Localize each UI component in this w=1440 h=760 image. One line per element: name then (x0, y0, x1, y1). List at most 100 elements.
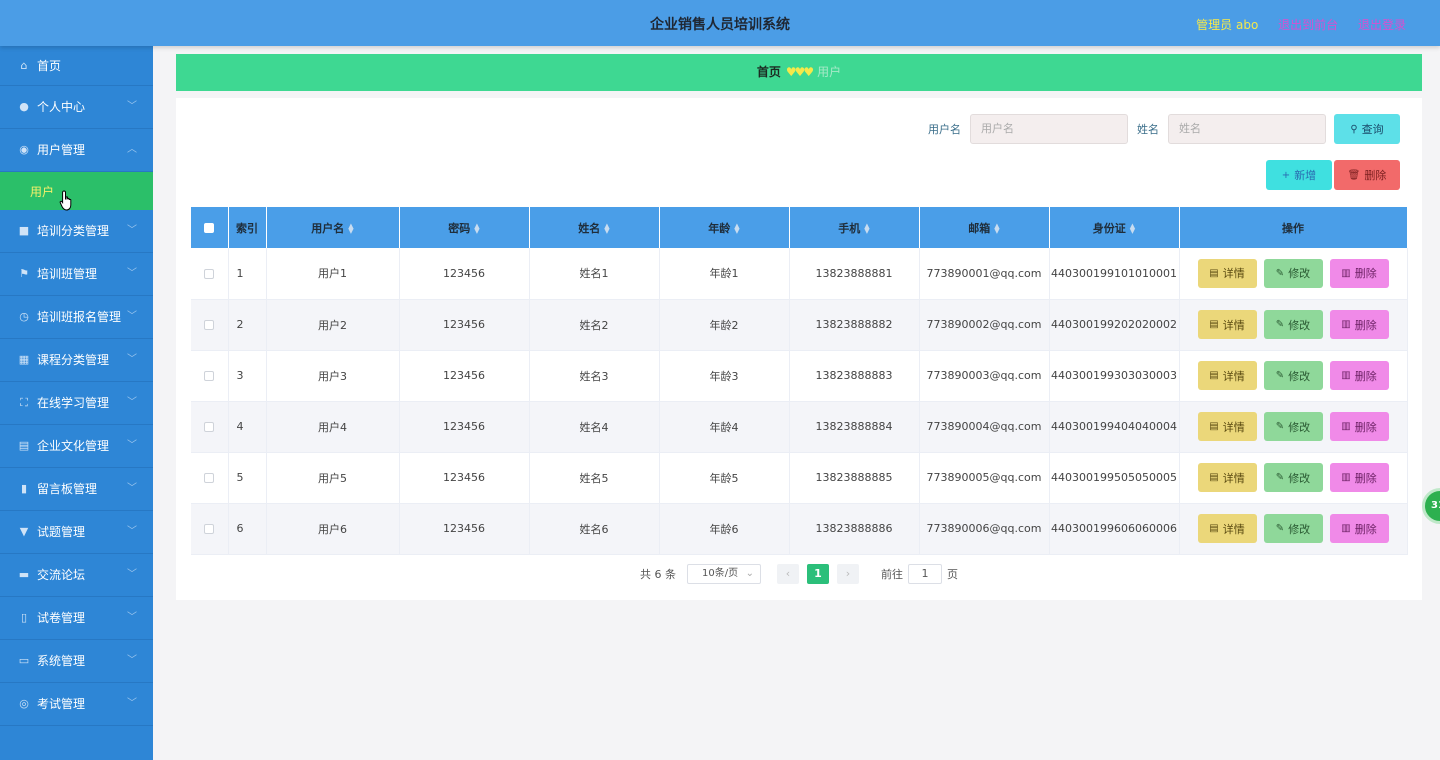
sidebar-item-label: 企业文化管理 (37, 439, 110, 453)
sidebar-item-4[interactable]: ⚑ 培训班管理 ﹀ (0, 253, 153, 296)
chevron-down-icon: ﹀ (127, 569, 137, 580)
detail-button[interactable]: ▤ 详情 (1197, 361, 1257, 390)
edit-button[interactable]: ✎ 修改 (1263, 258, 1323, 288)
remove-button[interactable]: ▥ 删除 (1329, 463, 1389, 492)
edit-button[interactable]: ✎ 修改 (1263, 514, 1323, 543)
goto-page-input[interactable]: 1 (908, 564, 942, 584)
row-checkbox[interactable] (204, 473, 215, 483)
cell-phone: 13823888885 (789, 452, 920, 504)
col-password[interactable]: 密码 ▲ ▼ (399, 207, 530, 248)
edit-label: 修改 (1288, 420, 1311, 434)
breadcrumb-home[interactable]: 首页 (757, 65, 781, 79)
document-icon: ▤ (1209, 523, 1219, 534)
col-name[interactable]: 姓名 ▲ ▼ (529, 207, 660, 248)
detail-button[interactable]: ▤ 详情 (1197, 258, 1257, 288)
col-email[interactable]: 邮箱 ▲ ▼ (919, 207, 1050, 248)
cell-email: 773890001@qq.com (919, 248, 1050, 300)
edit-button[interactable]: ✎ 修改 (1263, 361, 1323, 390)
cell-password: 123456 (399, 350, 530, 402)
sidebar-item-8[interactable]: ▤ 企业文化管理 ﹀ (0, 425, 153, 468)
page-size-select[interactable]: 10条/页 ⌄ (687, 564, 761, 584)
row-checkbox[interactable] (204, 371, 215, 381)
sidebar-item-5[interactable]: ◷ 培训班报名管理 ﹀ (0, 296, 153, 339)
chevron-down-icon: ﹀ (127, 483, 137, 494)
edit-button[interactable]: ✎ 修改 (1263, 310, 1323, 339)
col-username[interactable]: 用户名 ▲ ▼ (266, 207, 400, 248)
sort-icon[interactable]: ▲ ▼ (604, 222, 609, 234)
sidebar-item-10[interactable]: ▼ 试题管理 ﹀ (0, 511, 153, 554)
logout-link[interactable]: 退出登录 (1358, 18, 1406, 32)
chevron-up-icon: ︿ (127, 144, 137, 155)
col-phone[interactable]: 手机 ▲ ▼ (789, 207, 920, 248)
sidebar-item-label: 考试管理 (37, 697, 86, 711)
sort-icon[interactable]: ▲ ▼ (864, 222, 869, 234)
sort-icon[interactable]: ▲ ▼ (348, 222, 353, 234)
edit-button[interactable]: ✎ 修改 (1263, 463, 1323, 492)
cell-email: 773890005@qq.com (919, 452, 1050, 504)
cell-actions: ▤ 详情 ✎ 修改 ▥ 删除 (1179, 503, 1408, 555)
pencil-icon: ✎ (1275, 319, 1285, 330)
chevron-down-icon: ﹀ (127, 397, 137, 408)
sidebar-item-1[interactable]: ● 个人中心 ﹀ (0, 86, 153, 129)
batch-delete-button[interactable]: 🗑 删除 (1334, 160, 1400, 190)
sidebar: ⌂ 首页 ● 个人中心 ﹀ ◉ 用户管理 ︿ 用户 ■ 培训分类管理 ﹀ ⚑ 培训班管理 ﹀ ◷ 培训班报名管理… (0, 46, 153, 760)
floating-badge[interactable]: 31 (1422, 488, 1440, 524)
remove-button[interactable]: ▥ 删除 (1329, 412, 1389, 441)
cell-idcard: 440300199101010001 (1049, 248, 1180, 300)
trash-icon: ▥ (1341, 472, 1351, 483)
sort-icon[interactable]: ▲ ▼ (734, 222, 739, 234)
col-idcard[interactable]: 身份证 ▲ ▼ (1049, 207, 1180, 248)
sidebar-item-14[interactable]: ◎ 考试管理 ﹀ (0, 683, 153, 726)
sidebar-item-12[interactable]: ▯ 试卷管理 ﹀ (0, 597, 153, 640)
sidebar-subitem-user[interactable]: 用户 (0, 172, 153, 210)
sidebar-item-6[interactable]: ▦ 课程分类管理 ﹀ (0, 339, 153, 382)
cell-actions: ▤ 详情 ✎ 修改 ▥ 删除 (1179, 248, 1408, 300)
sort-icon[interactable]: ▲ ▼ (1130, 222, 1135, 234)
page-number-1[interactable]: 1 (807, 564, 829, 584)
remove-button[interactable]: ▥ 删除 (1329, 361, 1389, 390)
detail-button[interactable]: ▤ 详情 (1197, 514, 1257, 543)
pencil-icon: ✎ (1275, 267, 1285, 279)
query-button[interactable]: ⚲ 查询 (1334, 114, 1400, 144)
username-input[interactable]: 用户名 (970, 114, 1128, 144)
remove-button[interactable]: ▥ 删除 (1329, 310, 1389, 339)
action-bar: + 新增 🗑 删除 (1266, 160, 1400, 190)
sidebar-item-9[interactable]: ▮ 留言板管理 ﹀ (0, 468, 153, 511)
detail-button[interactable]: ▤ 详情 (1197, 412, 1257, 441)
row-checkbox[interactable] (204, 422, 215, 432)
goto-prefix: 前往 (881, 568, 903, 581)
exit-front-link[interactable]: 退出到前台 (1278, 18, 1338, 32)
sidebar-item-13[interactable]: ▭ 系统管理 ﹀ (0, 640, 153, 683)
edit-button[interactable]: ✎ 修改 (1263, 412, 1323, 441)
prev-page-button[interactable]: ‹ (777, 564, 799, 584)
table-row: 1 用户1 123456 姓名1 年龄1 13823888881 773890001@qq.… (191, 248, 1408, 300)
col-phone-label: 手机 (838, 221, 861, 235)
trash-icon: ▥ (1341, 370, 1351, 381)
cell-phone: 13823888884 (789, 401, 920, 453)
next-page-button[interactable]: › (837, 564, 859, 584)
cell-age: 年龄2 (659, 299, 790, 351)
sidebar-item-2[interactable]: ◉ 用户管理 ︿ (0, 129, 153, 172)
sidebar-item-7[interactable]: ⛶ 在线学习管理 ﹀ (0, 382, 153, 425)
add-button[interactable]: + 新增 (1266, 160, 1332, 190)
sidebar-item-11[interactable]: ▬ 交流论坛 ﹀ (0, 554, 153, 597)
pencil-icon: ✎ (1275, 523, 1285, 534)
remove-button[interactable]: ▥ 删除 (1329, 258, 1389, 288)
sort-icon[interactable]: ▲ ▼ (474, 222, 479, 234)
col-age[interactable]: 年龄 ▲ ▼ (659, 207, 790, 248)
sidebar-item-3[interactable]: ■ 培训分类管理 ﹀ (0, 210, 153, 253)
sort-icon[interactable]: ▲ ▼ (994, 222, 999, 234)
remove-button[interactable]: ▥ 删除 (1329, 514, 1389, 543)
table-row: 4 用户4 123456 姓名4 年龄4 13823888884 773890004@qq.… (191, 401, 1408, 453)
detail-button[interactable]: ▤ 详情 (1197, 310, 1257, 339)
row-checkbox[interactable] (204, 268, 215, 279)
select-all-checkbox[interactable] (204, 223, 215, 233)
name-input[interactable]: 姓名 (1168, 114, 1326, 144)
trash-icon: ▥ (1341, 523, 1351, 534)
row-checkbox[interactable] (204, 320, 215, 330)
table-row: 3 用户3 123456 姓名3 年龄3 13823888883 773890003@qq.… (191, 350, 1408, 402)
detail-button[interactable]: ▤ 详情 (1197, 463, 1257, 492)
row-checkbox[interactable] (204, 524, 215, 534)
detail-label: 详情 (1222, 318, 1245, 332)
sidebar-item-0[interactable]: ⌂ 首页 (0, 46, 153, 86)
